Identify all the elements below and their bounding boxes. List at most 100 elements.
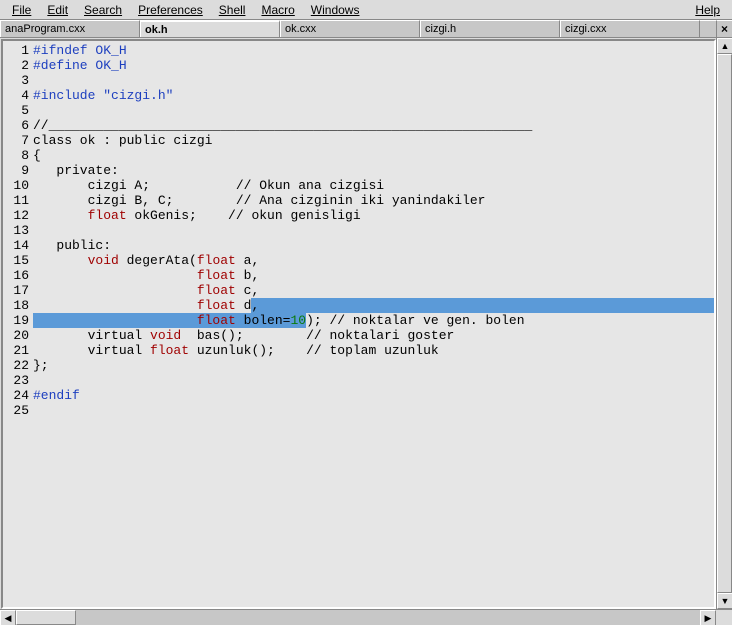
code-line[interactable]: 14 public: xyxy=(3,238,714,253)
line-number: 3 xyxy=(3,73,33,88)
tab-anaprogram[interactable]: anaProgram.cxx xyxy=(0,20,140,37)
line-code[interactable]: public: xyxy=(33,238,714,253)
line-code[interactable] xyxy=(33,223,714,238)
code-line[interactable]: 5 xyxy=(3,103,714,118)
line-code[interactable] xyxy=(33,373,714,388)
code-editor[interactable]: 1#ifndef OK_H2#define OK_H34#include "ci… xyxy=(1,39,716,609)
code-line[interactable]: 10 cizgi A; // Okun ana cizgisi xyxy=(3,178,714,193)
line-code[interactable]: void degerAta(float a, xyxy=(33,253,714,268)
line-number: 8 xyxy=(3,148,33,163)
line-number: 21 xyxy=(3,343,33,358)
tab-cizgi-h[interactable]: cizgi.h xyxy=(420,20,560,37)
line-number: 4 xyxy=(3,88,33,103)
line-number: 23 xyxy=(3,373,33,388)
line-code[interactable]: float okGenis; // okun genisligi xyxy=(33,208,714,223)
line-number: 7 xyxy=(3,133,33,148)
code-line[interactable]: 13 xyxy=(3,223,714,238)
line-code[interactable]: cizgi A; // Okun ana cizgisi xyxy=(33,178,714,193)
line-number: 22 xyxy=(3,358,33,373)
line-number: 2 xyxy=(3,58,33,73)
menu-windows[interactable]: Windows xyxy=(303,1,368,19)
code-line[interactable]: 11 cizgi B, C; // Ana cizginin iki yanin… xyxy=(3,193,714,208)
line-code[interactable]: class ok : public cizgi xyxy=(33,133,714,148)
code-line[interactable]: 23 xyxy=(3,373,714,388)
line-code[interactable]: virtual float uzunluk(); // toplam uzunl… xyxy=(33,343,714,358)
code-line[interactable]: 25 xyxy=(3,403,714,418)
line-code[interactable]: private: xyxy=(33,163,714,178)
horizontal-scrollbar[interactable]: ◀ ▶ xyxy=(0,609,732,625)
menu-shell[interactable]: Shell xyxy=(211,1,254,19)
line-number: 13 xyxy=(3,223,33,238)
code-line[interactable]: 3 xyxy=(3,73,714,88)
menu-file[interactable]: File xyxy=(4,1,39,19)
line-number: 6 xyxy=(3,118,33,133)
line-code[interactable]: float d, xyxy=(33,298,716,313)
line-code[interactable] xyxy=(33,103,714,118)
vscroll-track[interactable] xyxy=(717,54,732,593)
menu-edit[interactable]: Edit xyxy=(39,1,76,19)
code-line[interactable]: 19 float bolen=10); // noktalar ve gen. … xyxy=(3,313,714,328)
vertical-scrollbar[interactable]: ▲ ▼ xyxy=(716,38,732,609)
scroll-corner xyxy=(716,610,732,625)
code-line[interactable]: 7class ok : public cizgi xyxy=(3,133,714,148)
line-code[interactable]: //______________________________________… xyxy=(33,118,714,133)
line-code[interactable] xyxy=(33,403,714,418)
line-code[interactable]: #endif xyxy=(33,388,714,403)
code-line[interactable]: 12 float okGenis; // okun genisligi xyxy=(3,208,714,223)
code-line[interactable]: 16 float b, xyxy=(3,268,714,283)
code-line[interactable]: 24#endif xyxy=(3,388,714,403)
line-code[interactable]: #define OK_H xyxy=(33,58,714,73)
scroll-right-button[interactable]: ▶ xyxy=(700,610,716,625)
code-line[interactable]: 9 private: xyxy=(3,163,714,178)
line-code[interactable] xyxy=(33,73,714,88)
code-lines: 1#ifndef OK_H2#define OK_H34#include "ci… xyxy=(3,41,714,420)
line-number: 17 xyxy=(3,283,33,298)
code-line[interactable]: 15 void degerAta(float a, xyxy=(3,253,714,268)
line-number: 24 xyxy=(3,388,33,403)
tab-ok-h[interactable]: ok.h xyxy=(140,20,280,37)
line-code[interactable]: float bolen=10); // noktalar ve gen. bol… xyxy=(33,313,714,328)
menu-help[interactable]: Help xyxy=(687,1,728,19)
line-number: 10 xyxy=(3,178,33,193)
line-number: 9 xyxy=(3,163,33,178)
line-number: 1 xyxy=(3,43,33,58)
scroll-up-button[interactable]: ▲ xyxy=(717,38,732,54)
line-code[interactable]: virtual void bas(); // noktalari goster xyxy=(33,328,714,343)
line-code[interactable]: float b, xyxy=(33,268,714,283)
line-number: 19 xyxy=(3,313,33,328)
line-number: 25 xyxy=(3,403,33,418)
line-number: 14 xyxy=(3,238,33,253)
close-tab-button[interactable]: × xyxy=(716,20,732,37)
tab-cizgi-cxx[interactable]: cizgi.cxx xyxy=(560,20,700,37)
hscroll-track[interactable] xyxy=(16,610,700,625)
code-line[interactable]: 22}; xyxy=(3,358,714,373)
line-code[interactable]: float c, xyxy=(33,283,714,298)
code-line[interactable]: 20 virtual void bas(); // noktalari gost… xyxy=(3,328,714,343)
line-number: 16 xyxy=(3,268,33,283)
line-code[interactable]: cizgi B, C; // Ana cizginin iki yanindak… xyxy=(33,193,714,208)
hscroll-thumb[interactable] xyxy=(16,610,76,625)
code-line[interactable]: 21 virtual float uzunluk(); // toplam uz… xyxy=(3,343,714,358)
tab-ok-cxx[interactable]: ok.cxx xyxy=(280,20,420,37)
line-number: 20 xyxy=(3,328,33,343)
line-code[interactable]: { xyxy=(33,148,714,163)
line-number: 12 xyxy=(3,208,33,223)
scroll-left-button[interactable]: ◀ xyxy=(0,610,16,625)
tab-filler xyxy=(700,20,716,37)
menu-preferences[interactable]: Preferences xyxy=(130,1,211,19)
tab-bar: anaProgram.cxx ok.h ok.cxx cizgi.h cizgi… xyxy=(0,20,732,38)
code-line[interactable]: 1#ifndef OK_H xyxy=(3,43,714,58)
code-line[interactable]: 4#include "cizgi.h" xyxy=(3,88,714,103)
code-line[interactable]: 8{ xyxy=(3,148,714,163)
vscroll-thumb[interactable] xyxy=(717,54,732,593)
scroll-down-button[interactable]: ▼ xyxy=(717,593,732,609)
line-code[interactable]: }; xyxy=(33,358,714,373)
code-line[interactable]: 17 float c, xyxy=(3,283,714,298)
code-line[interactable]: 18 float d, xyxy=(3,298,714,313)
code-line[interactable]: 2#define OK_H xyxy=(3,58,714,73)
line-code[interactable]: #include "cizgi.h" xyxy=(33,88,714,103)
menu-search[interactable]: Search xyxy=(76,1,130,19)
menu-macro[interactable]: Macro xyxy=(253,1,302,19)
code-line[interactable]: 6//_____________________________________… xyxy=(3,118,714,133)
line-code[interactable]: #ifndef OK_H xyxy=(33,43,714,58)
